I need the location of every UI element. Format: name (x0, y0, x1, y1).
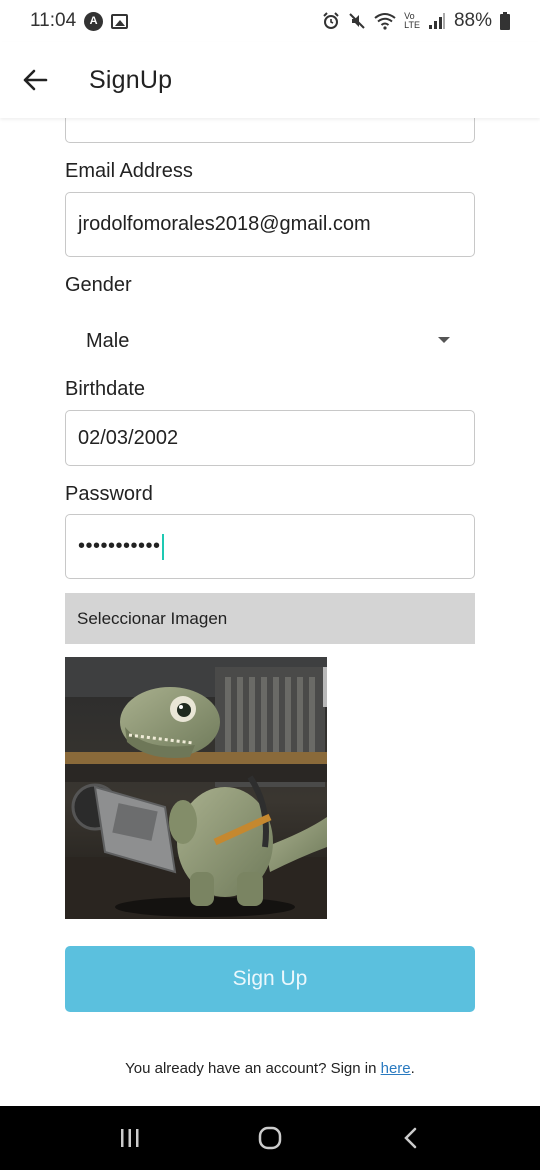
password-field[interactable]: ••••••••••• (65, 514, 475, 579)
birthdate-value: 02/03/2002 (78, 426, 179, 449)
status-bar: 11:04 A Vo LTE 88% (0, 0, 540, 42)
signal-icon (428, 13, 445, 29)
recent-apps-icon (121, 1129, 139, 1147)
sign-in-suffix: . (410, 1060, 415, 1077)
dropdown-caret-icon (438, 337, 450, 343)
dinosaur-photo-icon (65, 657, 327, 919)
notification-a-icon: A (84, 11, 104, 31)
birthdate-field[interactable]: 02/03/2002 (65, 410, 475, 466)
email-field[interactable]: jrodolfomorales2018@gmail.com (65, 192, 475, 257)
status-time: 11:04 (30, 10, 77, 31)
system-back-button[interactable] (380, 1106, 440, 1170)
battery-icon (500, 12, 510, 30)
back-arrow-icon (23, 69, 48, 91)
signup-screen: Rm22135 Email Address jrodolfomorales201… (0, 0, 540, 1170)
chevron-left-icon (404, 1127, 417, 1149)
password-value: ••••••••••• (78, 535, 161, 557)
profile-image (65, 657, 327, 919)
recent-apps-button[interactable] (100, 1106, 160, 1170)
alarm-icon (323, 12, 339, 29)
home-icon (258, 1126, 282, 1150)
gender-select[interactable]: Male (65, 318, 475, 364)
birthdate-label: Birthdate (65, 378, 146, 400)
home-button[interactable] (240, 1106, 300, 1170)
app-bar: SignUp (0, 42, 540, 118)
email-value: jrodolfomorales2018@gmail.com (78, 213, 371, 235)
network-type: LTE (404, 20, 420, 30)
sign-up-label: Sign Up (232, 967, 308, 990)
gallery-notification-icon (111, 13, 129, 29)
select-image-button[interactable]: Seleccionar Imagen (65, 593, 475, 644)
text-cursor (161, 533, 164, 560)
password-label: Password (65, 483, 153, 505)
sign-in-prompt-text: You already have an account? Sign in (125, 1060, 381, 1077)
gender-label: Gender (65, 274, 132, 296)
gender-value: Male (86, 329, 130, 352)
system-navigation-bar (0, 1106, 540, 1170)
sign-in-prompt: You already have an account? Sign in her… (0, 1060, 540, 1077)
wifi-icon (374, 13, 396, 30)
back-button[interactable] (0, 42, 70, 118)
battery-percent: 88% (453, 10, 492, 31)
select-image-label: Seleccionar Imagen (77, 608, 228, 628)
email-label: Email Address (65, 160, 193, 182)
mute-icon (349, 13, 365, 29)
sign-up-button[interactable]: Sign Up (65, 946, 475, 1012)
sign-in-link[interactable]: here (381, 1060, 411, 1077)
page-title: SignUp (89, 65, 173, 94)
